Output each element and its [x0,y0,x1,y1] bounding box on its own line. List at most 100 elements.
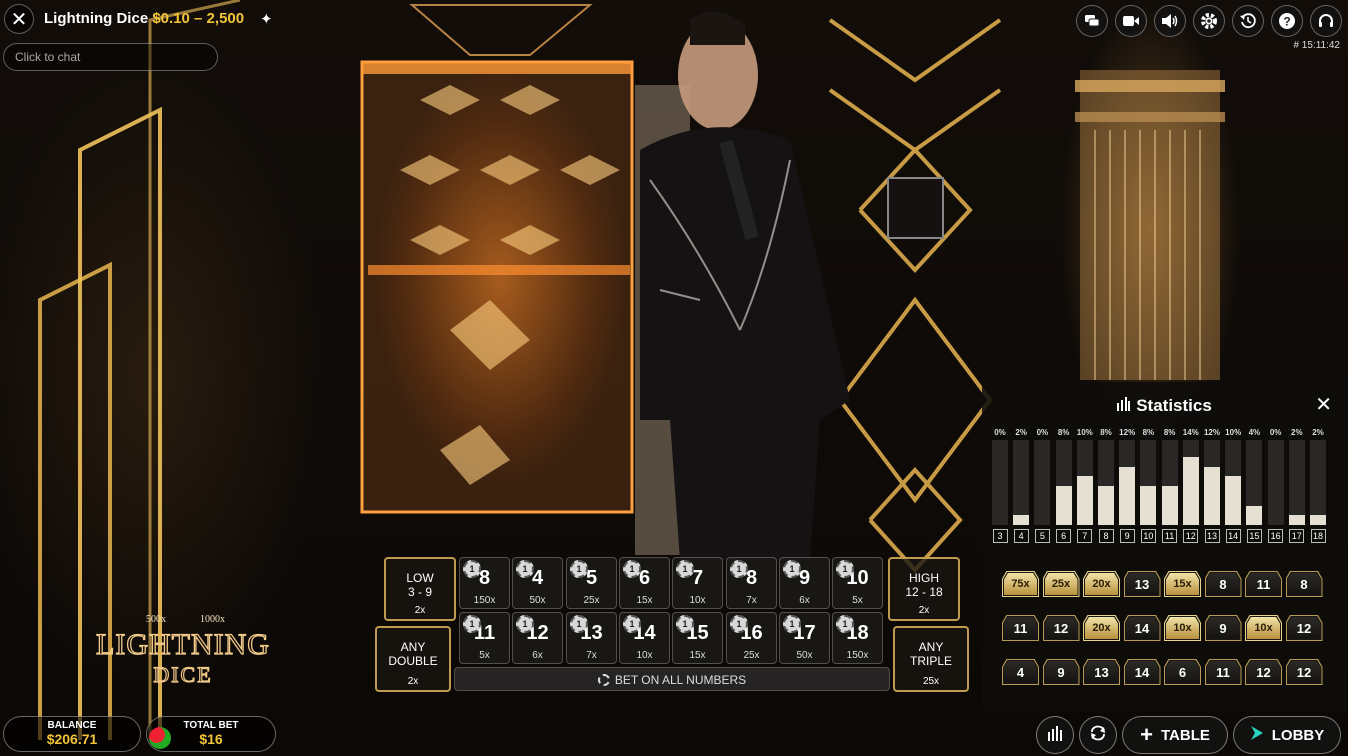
stat-bar-fill [1204,466,1220,525]
bet-any-double[interactable]: ANY DOUBLE 2x [375,626,451,692]
result-value: 10x [1173,622,1192,634]
bet-payout: 6x [799,595,810,606]
repeat-bet-button[interactable] [1079,716,1117,754]
stat-bar-percent: 8% [1100,428,1112,437]
bet-payout: 7x [586,650,597,661]
stat-bar-percent: 10% [1076,428,1093,437]
bet-number-cell[interactable]: 13 7x 1 [566,612,617,664]
bet-number-cell[interactable]: 10 5x 1 [832,557,883,609]
round-clock: # 15:11:42 [1293,40,1340,51]
bet-number-cell[interactable]: 4 50x 1 [512,557,563,609]
repeat-icon [1089,724,1107,747]
stat-bar-label: 8 [1098,529,1114,543]
bet-number-cell[interactable]: 9 6x 1 [779,557,830,609]
bet-number-cell[interactable]: 8 7x 1 [726,557,777,609]
result-tile: 9 [1043,660,1079,684]
result-tile: 15x [1165,572,1200,596]
stat-bar-fill [1013,515,1030,525]
bet-chip: 1 [570,560,588,578]
stat-bar-percent: 14% [1182,428,1199,437]
stat-bar [1204,440,1220,525]
result-value: 9 [1057,664,1065,680]
result-tile: 12 [1246,660,1281,684]
result-value: 11 [1256,576,1271,592]
bet-number-cell[interactable]: 17 50x 1 [779,612,830,664]
table-button[interactable]: + TABLE [1122,716,1228,754]
stat-bar-percent: 0% [1269,428,1282,437]
bet-number-cell[interactable]: 18 150x 1 [832,612,883,664]
bet-any-triple-line1: ANY [918,640,944,654]
volume-icon[interactable] [1154,5,1186,37]
lobby-button[interactable]: LOBBY [1233,716,1341,754]
bet-chip: 1 [463,560,481,578]
bet-chip: 1 [623,615,641,633]
bet-number-cell[interactable]: 5 25x 1 [566,557,617,609]
bet-any-triple[interactable]: ANY TRIPLE 25x [893,626,969,692]
game-stage: ✕ Lightning Dice $0.10 – 2,500 ✦ Click t… [0,0,1348,756]
stat-bar-percent: 8% [1057,428,1070,437]
bet-all-numbers-button[interactable]: BET ON ALL NUMBERS [454,667,890,691]
stat-bar-percent: 4% [1248,428,1261,437]
stat-bar [1119,440,1136,525]
plus-icon: + [1140,722,1153,747]
bet-any-double-line1: ANY [400,640,426,654]
stat-bar-fill [1182,457,1199,525]
bet-payout: 10x [636,650,653,661]
bet-number-cell[interactable]: 16 25x 1 [726,612,777,664]
bet-number-cell[interactable]: 8 150x 1 [459,557,510,609]
bet-chip: 1 [730,615,748,633]
result-tile: 10x [1246,616,1281,640]
history-icon[interactable] [1232,5,1264,37]
chat-input[interactable]: Click to chat [3,43,218,71]
stat-bar-label: 17 [1289,529,1305,543]
total-bet-display: TOTAL BET $16 [146,716,276,752]
bet-number-cell[interactable]: 14 10x 1 [619,612,670,664]
settings-icon[interactable] [1193,5,1225,37]
statistics-close-button[interactable]: ✕ [1315,392,1332,417]
result-value: 8 [1219,576,1227,592]
result-tile: 11 [1246,572,1281,596]
bet-number-cell[interactable]: 11 5x 1 [459,612,510,664]
svg-text:?: ? [1283,15,1290,29]
game-title: Lightning Dice $0.10 – 2,500 [44,10,244,27]
balance-display: BALANCE $206.71 [3,716,141,752]
result-tile: 11 [1003,616,1038,640]
bet-number-cell[interactable]: 6 15x 1 [619,557,670,609]
result-value: 11 [1216,664,1230,680]
chat-icon[interactable] [1076,5,1108,37]
result-tile: 9 [1205,616,1241,640]
stat-bar [1098,440,1114,525]
result-value: 25x [1051,578,1071,590]
stat-bar-fill [1246,505,1263,525]
bet-chip: 1 [676,615,694,633]
bet-low-range: 3 - 9 [407,585,432,599]
stat-bar-fill [1161,486,1178,525]
statistics-toggle-button[interactable] [1036,716,1074,754]
result-tile: 13 [1124,572,1160,596]
balance-value: $206.71 [46,731,98,747]
bet-any-triple-payout: 25x [922,676,940,687]
table-label: TABLE [1160,726,1210,744]
stat-bar [992,440,1008,525]
video-icon[interactable] [1115,5,1147,37]
stat-bar-fill [1098,486,1114,525]
lightning-dice-logo: 500x 1000x LIGHTNING DICE [92,612,274,688]
stat-bar [1076,440,1093,525]
support-icon[interactable] [1310,5,1342,37]
lobby-arrow-icon [1250,725,1264,745]
bet-chip: 1 [570,615,588,633]
pin-icon[interactable]: ✦ [260,10,273,28]
bet-high-payout: 2x [918,605,930,616]
bet-number-cell[interactable]: 7 10x 1 [672,557,723,609]
bet-low[interactable]: LOW 3 - 9 2x [384,557,456,621]
bet-chip: 1 [730,560,748,578]
bet-high[interactable]: HIGH 12 - 18 2x [888,557,960,621]
close-game-button[interactable]: ✕ [4,4,34,34]
bet-number-cell[interactable]: 12 6x 1 [512,612,563,664]
result-value: 12 [1256,664,1271,680]
help-icon[interactable]: ? [1271,5,1303,37]
bet-number-cell[interactable]: 15 15x 1 [672,612,723,664]
bet-high-range: 12 - 18 [905,585,943,599]
result-value: 11 [1013,620,1028,636]
stat-bar-fill [1310,515,1326,525]
